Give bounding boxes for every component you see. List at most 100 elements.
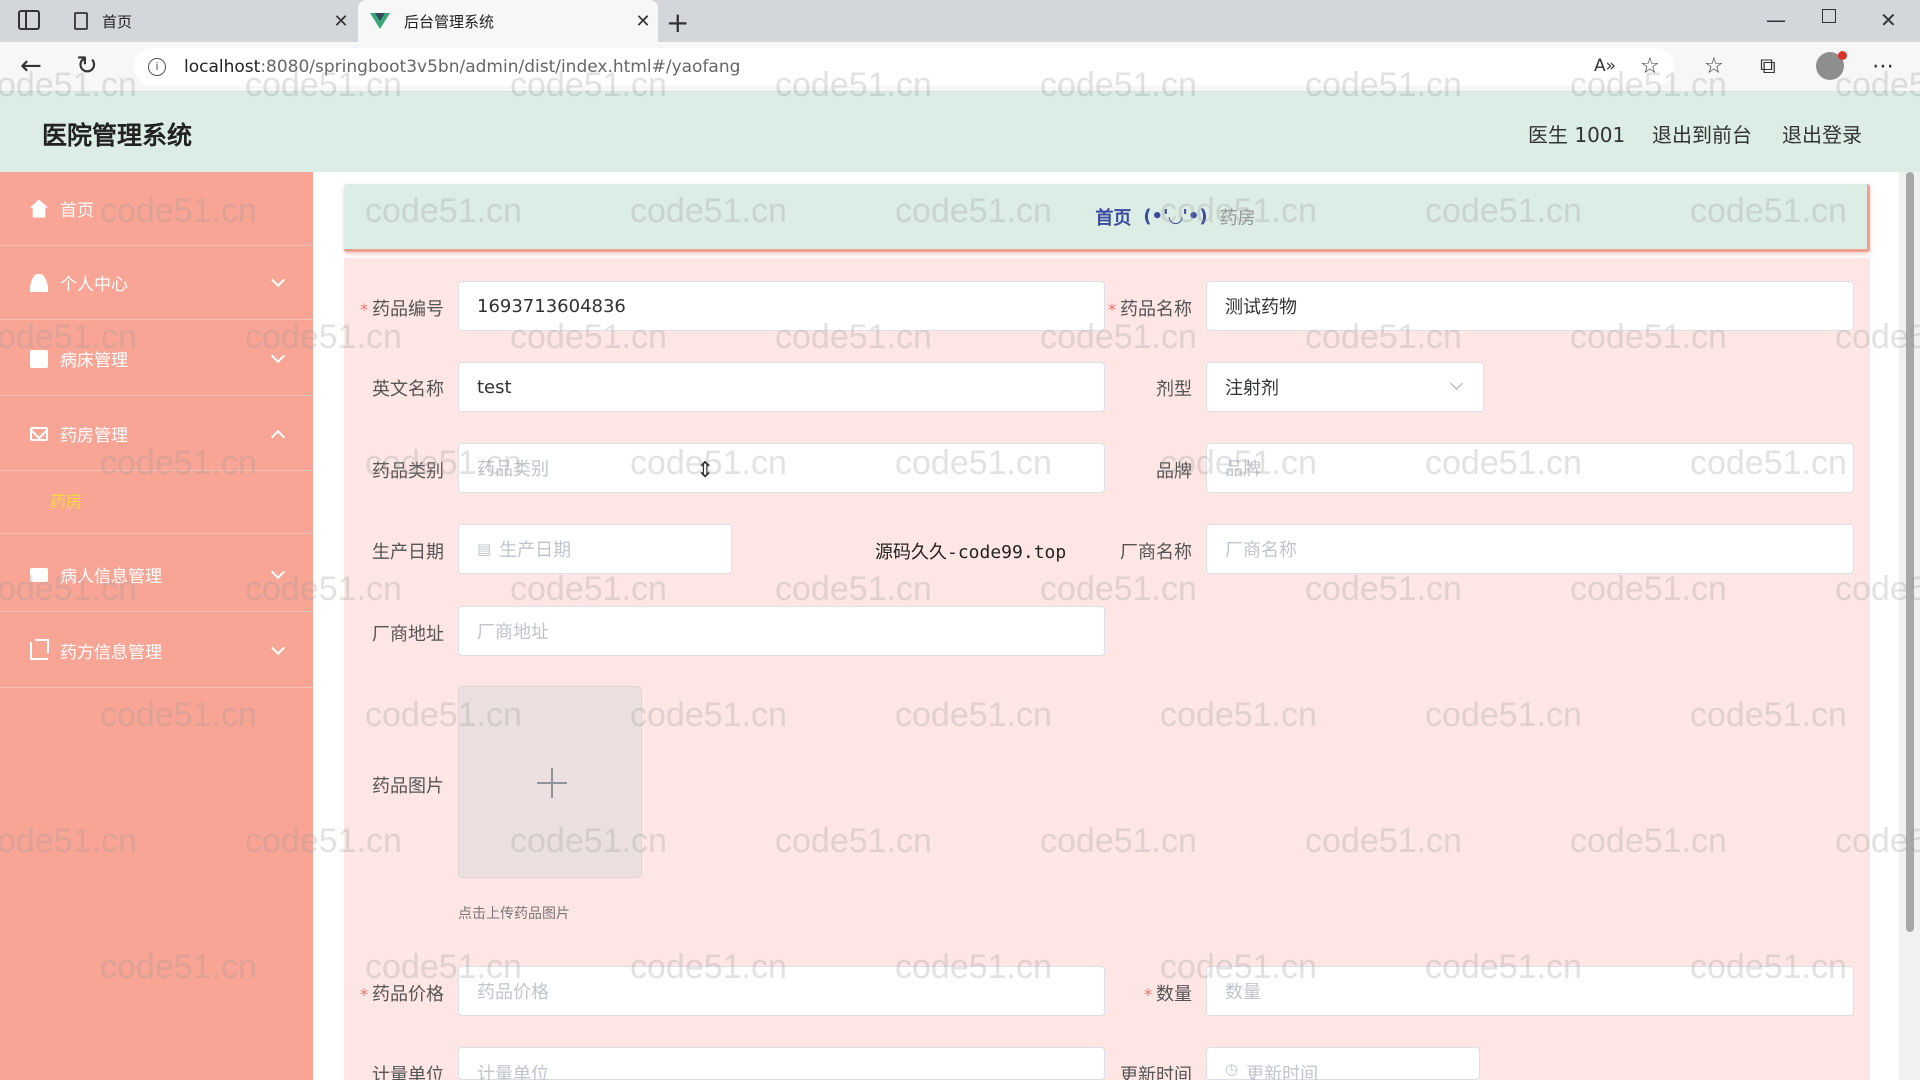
user-icon [30, 273, 48, 292]
manufacturer-address-input[interactable]: 厂商地址 [458, 606, 1105, 656]
category-label: 药品类别 [372, 461, 444, 482]
sidebar-item-label: 病人信息管理 [60, 567, 162, 587]
clock-icon: ◷ [1225, 1060, 1239, 1078]
page-scrollbar[interactable] [1899, 172, 1920, 1080]
dosage-form-value: 注射剂 [1225, 378, 1279, 399]
sidebar-item-label: 药方信息管理 [60, 643, 162, 663]
sidebar-item-bed-management[interactable]: 病床管理 [0, 322, 313, 396]
overlay-watermark-text: 源码久久-code99.top [875, 542, 1067, 563]
english-name-input[interactable]: test [458, 362, 1105, 412]
brand-label: 品牌 [1156, 461, 1192, 482]
sidebar: 首页 个人中心 病床管理 药房管理 药房 病人信息管理 药方信息管理 [0, 172, 313, 1080]
resize-cursor-icon: ⇕ [696, 458, 715, 483]
sidebar-item-pharmacy-management[interactable]: 药房管理 [0, 397, 313, 471]
manufacturer-input[interactable]: 厂商名称 [1206, 524, 1854, 574]
dosage-form-label: 剂型 [1156, 379, 1192, 400]
sidebar-item-personal-center[interactable]: 个人中心 [0, 246, 313, 320]
unit-input[interactable]: 计量单位 [458, 1047, 1105, 1080]
dosage-form-select[interactable]: 注射剂 [1206, 362, 1484, 412]
scrollbar-thumb[interactable] [1906, 172, 1914, 932]
brand-input[interactable]: 品牌 [1206, 443, 1854, 493]
sidebar-subitem-pharmacy[interactable]: 药房 [50, 488, 82, 512]
envelope-icon [30, 426, 48, 441]
crop-icon [30, 638, 49, 660]
price-input[interactable]: 药品价格 [458, 966, 1105, 1016]
url-path: :8080/springboot3v5bn/admin/dist/index.h… [260, 57, 741, 77]
breadcrumb-separator: (•'◡'•) [1143, 206, 1208, 227]
sidebar-item-patient-info[interactable]: 病人信息管理 [0, 538, 313, 612]
drug-code-label: 药品编号 [356, 295, 444, 321]
monitor-icon [30, 567, 48, 582]
quantity-input[interactable]: 数量 [1206, 966, 1854, 1016]
maximize-button[interactable] [1822, 9, 1836, 23]
reload-icon[interactable]: ↻ [76, 52, 98, 80]
page-icon [74, 12, 88, 30]
chevron-down-icon [270, 640, 286, 655]
browser-address-bar: ← ↻ i localhost :8080/springboot3v5bn/ad… [0, 42, 1920, 92]
home-icon [30, 199, 48, 218]
price-label: 药品价格 [356, 980, 444, 1006]
vue-logo-icon [370, 13, 390, 29]
breadcrumb-home-link[interactable]: 首页 [1095, 204, 1131, 230]
close-window-button[interactable]: ✕ [1880, 8, 1897, 32]
chevron-down-icon [270, 272, 286, 287]
category-input[interactable]: 药品类别 [458, 443, 1105, 493]
chevron-down-icon [270, 348, 286, 363]
update-time-label: 更新时间 [1120, 1065, 1192, 1080]
more-options-icon[interactable]: ⋯ [1872, 54, 1894, 79]
production-date-picker[interactable]: ▤ 生产日期 [458, 524, 732, 574]
profile-avatar[interactable] [1816, 51, 1847, 80]
app-header: 医院管理系统 医生 1001 退出到前台 退出登录 [0, 92, 1920, 172]
browser-tab-bar: 首页 ✕ 后台管理系统 ✕ + — ✕ [0, 0, 1920, 42]
drug-code-input[interactable]: 1693713604836 [458, 281, 1105, 331]
url-field[interactable]: i localhost :8080/springboot3v5bn/admin/… [134, 48, 1674, 86]
close-tab-icon[interactable]: ✕ [326, 11, 356, 32]
site-info-icon[interactable]: i [148, 58, 166, 76]
production-date-label: 生产日期 [372, 542, 444, 563]
tab-label: 首页 [102, 12, 133, 31]
update-time-placeholder: 更新时间 [1246, 1064, 1319, 1080]
calendar-icon: ▤ [477, 540, 492, 558]
manufacturer-address-label: 厂商地址 [372, 624, 444, 645]
sidebar-item-home[interactable]: 首页 [0, 172, 313, 246]
sidebar-item-prescription-info[interactable]: 药方信息管理 [0, 614, 313, 688]
image-label: 药品图片 [372, 776, 444, 797]
unit-label: 计量单位 [372, 1065, 444, 1080]
browser-tab-home[interactable]: 首页 ✕ [64, 0, 356, 42]
plus-icon [551, 768, 553, 798]
chevron-down-icon [1450, 377, 1463, 390]
bed-icon [30, 349, 48, 368]
minimize-button[interactable]: — [1766, 8, 1786, 32]
add-favorite-icon[interactable]: ☆ [1640, 54, 1660, 79]
breadcrumb: 首页 (•'◡'•) 药房 [344, 184, 1870, 252]
sidebar-item-label: 个人中心 [60, 275, 128, 295]
manufacturer-label: 厂商名称 [1120, 542, 1192, 563]
drug-name-label: 药品名称 [1106, 295, 1192, 321]
upload-tip: 点击上传药品图片 [458, 906, 570, 922]
read-aloud-icon[interactable]: A» [1594, 56, 1616, 76]
new-tab-button[interactable]: + [666, 6, 689, 39]
sidebar-item-label: 首页 [60, 201, 94, 221]
english-name-label: 英文名称 [372, 379, 444, 400]
sidebar-item-label: 药房管理 [60, 426, 128, 446]
tab-actions-icon[interactable] [18, 10, 40, 30]
logout-link[interactable]: 退出登录 [1782, 119, 1862, 148]
favorites-icon[interactable]: ☆ [1704, 54, 1724, 79]
chevron-down-icon [270, 564, 286, 579]
image-upload-button[interactable] [458, 686, 642, 878]
app-title: 医院管理系统 [42, 121, 193, 150]
tab-label: 后台管理系统 [404, 12, 495, 31]
breadcrumb-current: 药房 [1219, 207, 1256, 229]
update-time-picker[interactable]: ◷ 更新时间 [1206, 1047, 1480, 1080]
sidebar-submenu: 药房 [0, 472, 313, 534]
current-user: 医生 1001 [1528, 123, 1626, 147]
quantity-label: 数量 [1106, 980, 1192, 1006]
collections-icon[interactable]: ⧉ [1760, 54, 1776, 79]
browser-tab-admin[interactable]: 后台管理系统 ✕ [358, 0, 658, 42]
back-arrow-icon[interactable]: ← [20, 52, 42, 80]
exit-to-frontend-link[interactable]: 退出到前台 [1652, 119, 1752, 148]
drug-name-input[interactable]: 测试药物 [1206, 281, 1854, 331]
close-tab-icon[interactable]: ✕ [628, 11, 658, 32]
url-host: localhost [184, 57, 261, 77]
chevron-up-icon [270, 429, 286, 444]
